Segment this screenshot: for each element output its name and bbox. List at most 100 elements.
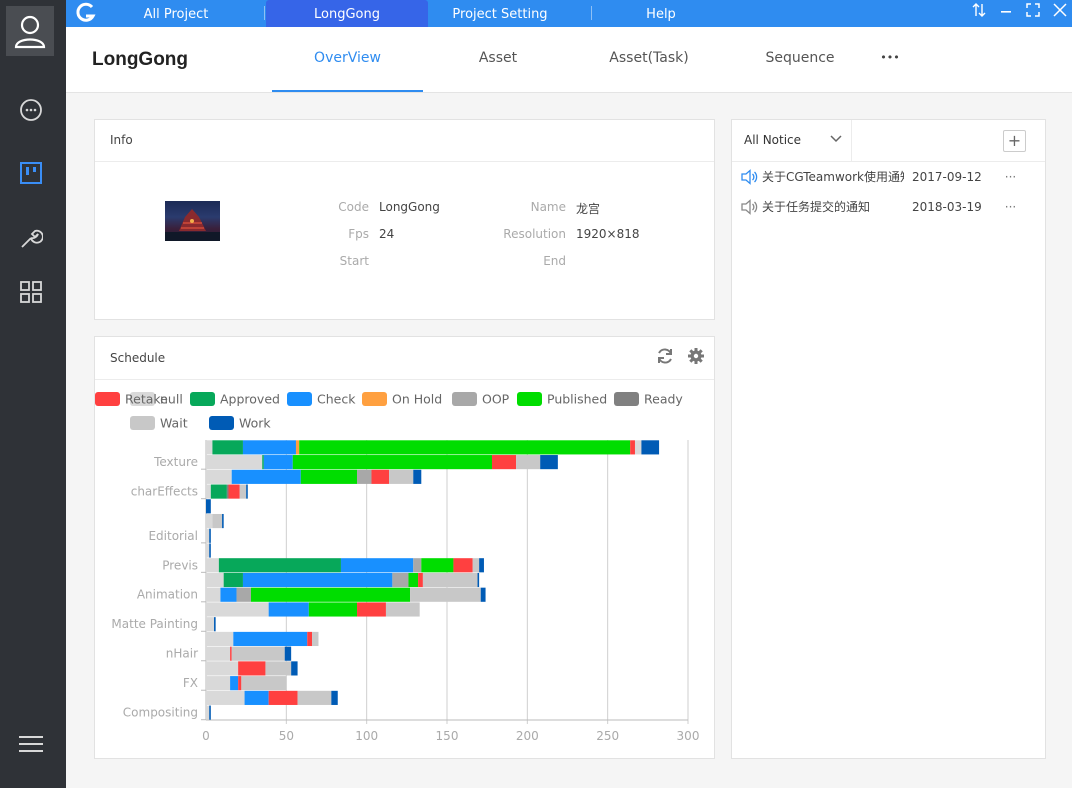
user-avatar[interactable] — [6, 6, 54, 56]
bar-segment-published — [292, 455, 492, 470]
menu-icon[interactable] — [18, 731, 44, 757]
tab-sequence[interactable]: Sequence — [750, 50, 850, 66]
wrench-icon[interactable] — [18, 225, 44, 251]
bar-segment-null — [206, 455, 263, 470]
bar-segment-retake — [230, 646, 232, 661]
legend-label: Retake — [125, 392, 168, 407]
bar-segment-wait — [231, 646, 285, 661]
notice-item[interactable]: 关于任务提交的通知 2018-03-19 ··· — [740, 198, 1016, 215]
tab-overview[interactable]: OverView — [272, 50, 423, 66]
bar-segment-wait — [422, 572, 478, 588]
close-icon[interactable] — [1053, 3, 1067, 21]
bar-segment-check — [233, 631, 308, 647]
bar-segment-wait — [239, 484, 247, 499]
bar-segment-null — [206, 587, 221, 602]
legend-swatch — [517, 392, 542, 406]
notice-more-button[interactable]: ··· — [1005, 200, 1016, 214]
bar-segment-work — [209, 705, 211, 720]
notice-filter-label: All Notice — [744, 133, 802, 147]
top-bar: All Project LongGong Project Setting Hel… — [66, 0, 1072, 27]
legend-swatch — [190, 392, 215, 406]
bar-segment-oop — [236, 587, 251, 602]
bar-segment-null — [206, 690, 245, 705]
notice-more-button[interactable]: ··· — [1005, 170, 1016, 184]
sort-icon[interactable] — [972, 3, 986, 21]
bar-segment-null — [206, 705, 210, 720]
bar-segment-ready — [226, 484, 229, 499]
tab-help[interactable]: Help — [596, 0, 726, 27]
bar-segment-check — [263, 455, 293, 470]
schedule-chart: null Approved Check On Hold OOP Published Read… — [95, 392, 700, 743]
settings-gear-icon[interactable] — [687, 347, 705, 369]
bar-segment-wait — [241, 676, 287, 691]
bar-segment-retake — [307, 631, 313, 647]
more-tabs-button[interactable]: ••• — [872, 51, 908, 64]
bar-segment-work — [479, 558, 484, 573]
code-value: LongGong — [379, 200, 440, 214]
project-thumbnail[interactable] — [165, 201, 220, 241]
legend-swatch — [287, 392, 312, 406]
x-tick-label: 150 — [436, 729, 459, 743]
resolution-value: 1920×818 — [576, 227, 640, 241]
bar-segment-published — [300, 469, 358, 484]
bar-segment-null — [206, 631, 234, 647]
y-category-label: Previs — [162, 558, 198, 572]
bar-segment-wait — [312, 631, 319, 647]
bar-segment-null — [206, 484, 211, 499]
bar-segment-published — [421, 558, 454, 573]
tab-asset-task[interactable]: Asset(Task) — [584, 50, 714, 66]
add-notice-button[interactable]: + — [1003, 130, 1026, 152]
divider — [732, 161, 1045, 162]
bar-segment-check — [242, 572, 393, 588]
bar-segment-retake — [238, 661, 266, 676]
bar-segment-null — [206, 543, 210, 558]
notice-filter-dropdown[interactable]: All Notice — [732, 120, 852, 161]
y-category-label: Compositing — [123, 706, 198, 720]
bar-segment-work — [480, 587, 486, 602]
bar-segment-null — [206, 646, 231, 661]
bar-segment-check — [230, 676, 239, 691]
divider — [95, 161, 714, 162]
y-category-label: charEffects — [131, 485, 198, 499]
bar-segment-oop — [413, 558, 422, 573]
legend-swatch — [209, 416, 234, 430]
chat-icon[interactable] — [18, 97, 44, 123]
tab-asset[interactable]: Asset — [448, 50, 548, 66]
y-category-label: nHair — [166, 647, 198, 661]
board-icon[interactable] — [18, 160, 44, 186]
app-logo-icon[interactable] — [75, 2, 97, 28]
bar-segment-work — [246, 484, 248, 499]
bar-segment-null — [206, 676, 231, 691]
bar-segment-wait — [389, 469, 414, 484]
bar-segment-work — [331, 690, 338, 705]
x-tick-label: 0 — [202, 729, 210, 743]
y-category-label: FX — [183, 676, 198, 690]
tab-all-project[interactable]: All Project — [106, 0, 246, 27]
notice-item[interactable]: 关于CGTeamwork使用通知 2017-09-12 ··· — [740, 168, 1016, 185]
grid-icon[interactable] — [18, 279, 44, 305]
bar-segment-work — [209, 543, 211, 558]
refresh-icon[interactable] — [656, 347, 674, 369]
bar-segment-retake — [371, 469, 390, 484]
minimize-icon[interactable] — [999, 3, 1013, 21]
x-tick-label: 50 — [279, 729, 294, 743]
legend-swatch — [130, 416, 155, 430]
bar-segment-published — [408, 572, 419, 588]
legend-label: OOP — [482, 392, 510, 407]
info-panel: Info Code LongGong Name 龙宫 Fps 24 Resolu… — [94, 119, 715, 320]
bar-segment-published — [308, 602, 358, 617]
bar-segment-approved — [210, 484, 227, 499]
tab-project-setting[interactable]: Project Setting — [428, 0, 572, 27]
bar-segment-check — [220, 587, 237, 602]
legend-label: Ready — [644, 392, 683, 407]
bar-segment-retake — [238, 676, 242, 691]
bar-segment-work — [477, 572, 480, 588]
bar-segment-approved — [262, 455, 264, 470]
tab-longgong[interactable]: LongGong — [266, 0, 428, 27]
maximize-icon[interactable] — [1026, 3, 1040, 21]
bar-segment-approved — [218, 558, 341, 573]
x-tick-label: 300 — [677, 729, 700, 743]
bar-segment-work — [540, 455, 558, 470]
bar-segment-wait — [212, 513, 223, 529]
bar-segment-null — [206, 469, 232, 484]
